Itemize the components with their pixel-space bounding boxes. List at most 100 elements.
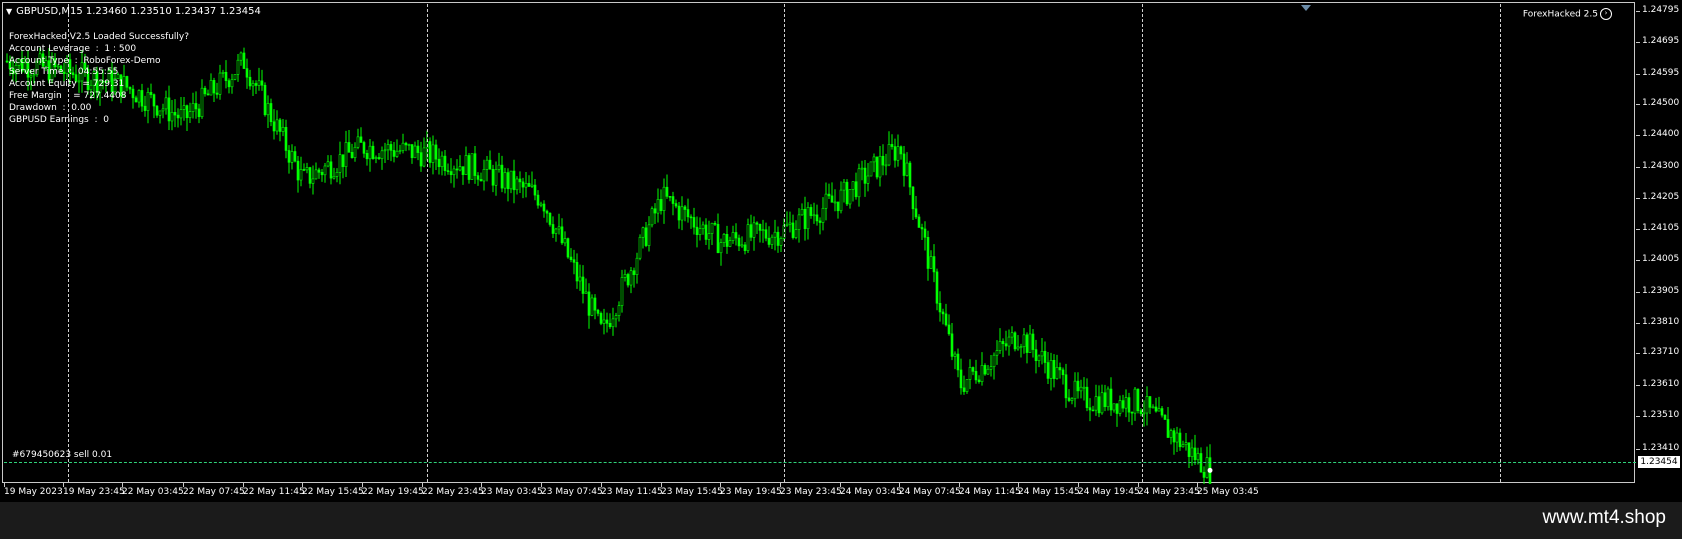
candle-body	[1097, 396, 1101, 414]
candle-body	[881, 155, 885, 166]
candle-body	[365, 153, 369, 160]
candle-body	[251, 83, 255, 87]
time-label: 23 May 11:45	[601, 487, 663, 497]
plot-area[interactable]	[2, 2, 1635, 484]
candle-body	[845, 181, 849, 205]
price-tick	[1636, 292, 1640, 293]
candle-body	[788, 222, 792, 225]
candle-body	[335, 171, 339, 177]
candle-body	[1190, 447, 1194, 457]
candle-body	[344, 142, 348, 168]
candle-body	[707, 233, 711, 240]
current-price-dot	[1207, 467, 1213, 473]
candle-body	[284, 127, 288, 151]
candle-body	[326, 161, 330, 167]
time-axis[interactable]: 19 May 2023 19 May 23:45 22 May 03:45 22 Ma…	[0, 483, 1636, 502]
candle-body	[221, 71, 225, 74]
candle-body	[575, 262, 579, 282]
price-tick	[1636, 135, 1640, 136]
candle-body	[452, 168, 456, 176]
day-separator	[427, 4, 428, 482]
candle-body	[944, 313, 948, 326]
candle-body	[848, 189, 852, 205]
candle-body	[515, 178, 519, 191]
time-label: 24 May 11:45	[959, 487, 1021, 497]
candle-body	[980, 365, 984, 383]
candle-body	[974, 371, 978, 381]
candle-body	[470, 153, 474, 180]
price-label: 1.24795	[1642, 5, 1680, 15]
collapse-triangle-icon[interactable]: ▼	[6, 7, 12, 16]
candle-body	[1061, 369, 1065, 376]
ea-label[interactable]: ForexHacked 2.5 ›	[1523, 8, 1612, 20]
time-label: 19 May 2023	[4, 487, 63, 497]
order-line[interactable]	[4, 462, 1636, 463]
candle-body	[749, 224, 753, 238]
candle-body	[371, 145, 375, 159]
candle-body	[728, 240, 732, 247]
candle-body	[416, 145, 420, 153]
candle-body	[188, 111, 192, 119]
candle-body	[1193, 447, 1197, 461]
candle-body	[680, 206, 684, 221]
candle-body	[530, 184, 534, 187]
candle-body	[1148, 396, 1152, 408]
candle-body	[623, 274, 627, 278]
time-label: 24 May 03:45	[840, 487, 902, 497]
candle-body	[755, 222, 759, 225]
time-label: 23 May 15:45	[661, 487, 723, 497]
candle-body	[869, 161, 873, 177]
candle-body	[686, 209, 690, 218]
candle-body	[317, 169, 321, 173]
candle-body	[239, 52, 243, 61]
candle-body	[554, 228, 558, 234]
candle-body	[764, 229, 768, 239]
price-tick	[1636, 42, 1640, 43]
symbol-header[interactable]: ▼ GBPUSD,M15 1.23460 1.23510 1.23437 1.23…	[6, 6, 261, 17]
candle-body	[1001, 341, 1005, 344]
candle-body	[494, 169, 498, 186]
candle-body	[989, 366, 993, 370]
candle-body	[290, 151, 294, 163]
candle-body	[194, 103, 198, 110]
candle-body	[875, 156, 879, 178]
candle-body	[1163, 414, 1167, 420]
candle-body	[1100, 392, 1104, 414]
price-label: 1.23610	[1642, 379, 1680, 389]
candle-body	[962, 387, 966, 392]
time-label: 22 May 07:45	[183, 487, 245, 497]
candle-body	[809, 207, 813, 216]
candle-body	[692, 217, 696, 228]
candle-body	[995, 350, 999, 356]
candle-body	[884, 164, 888, 167]
price-candles	[5, 47, 1213, 484]
candle-body	[1037, 355, 1041, 361]
price-tick	[1636, 11, 1640, 12]
candle-body	[308, 167, 312, 184]
candle-body	[803, 208, 807, 230]
shift-marker-icon[interactable]	[1301, 5, 1311, 11]
candle-body	[293, 151, 297, 162]
candle-body	[1013, 332, 1017, 350]
candle-body	[923, 228, 927, 238]
candle-body	[644, 227, 648, 246]
info-line: Account Leverage : 1 : 500	[9, 43, 137, 54]
candle-body	[638, 236, 642, 259]
price-axis[interactable]: 1.23454 1.24795 1.24695 1.24595 1.24500 1.24…	[1636, 0, 1682, 490]
time-label: 23 May 19:45	[720, 487, 782, 497]
candle-body	[635, 257, 639, 275]
chart-window[interactable]: ▼ GBPUSD,M15 1.23460 1.23510 1.23437 1.23…	[0, 0, 1682, 502]
candle-body	[539, 203, 543, 206]
candle-body	[773, 231, 777, 238]
candle-body	[509, 170, 513, 190]
candle-body	[860, 167, 864, 170]
candle-body	[512, 170, 516, 191]
candle-body	[266, 103, 270, 116]
candle-body	[332, 176, 336, 179]
price-label: 1.24695	[1642, 36, 1680, 46]
price-label: 1.24300	[1642, 161, 1680, 171]
candle-body	[1121, 400, 1125, 409]
candle-body	[908, 162, 912, 188]
candle-body	[1184, 442, 1188, 446]
candle-body	[566, 238, 570, 258]
